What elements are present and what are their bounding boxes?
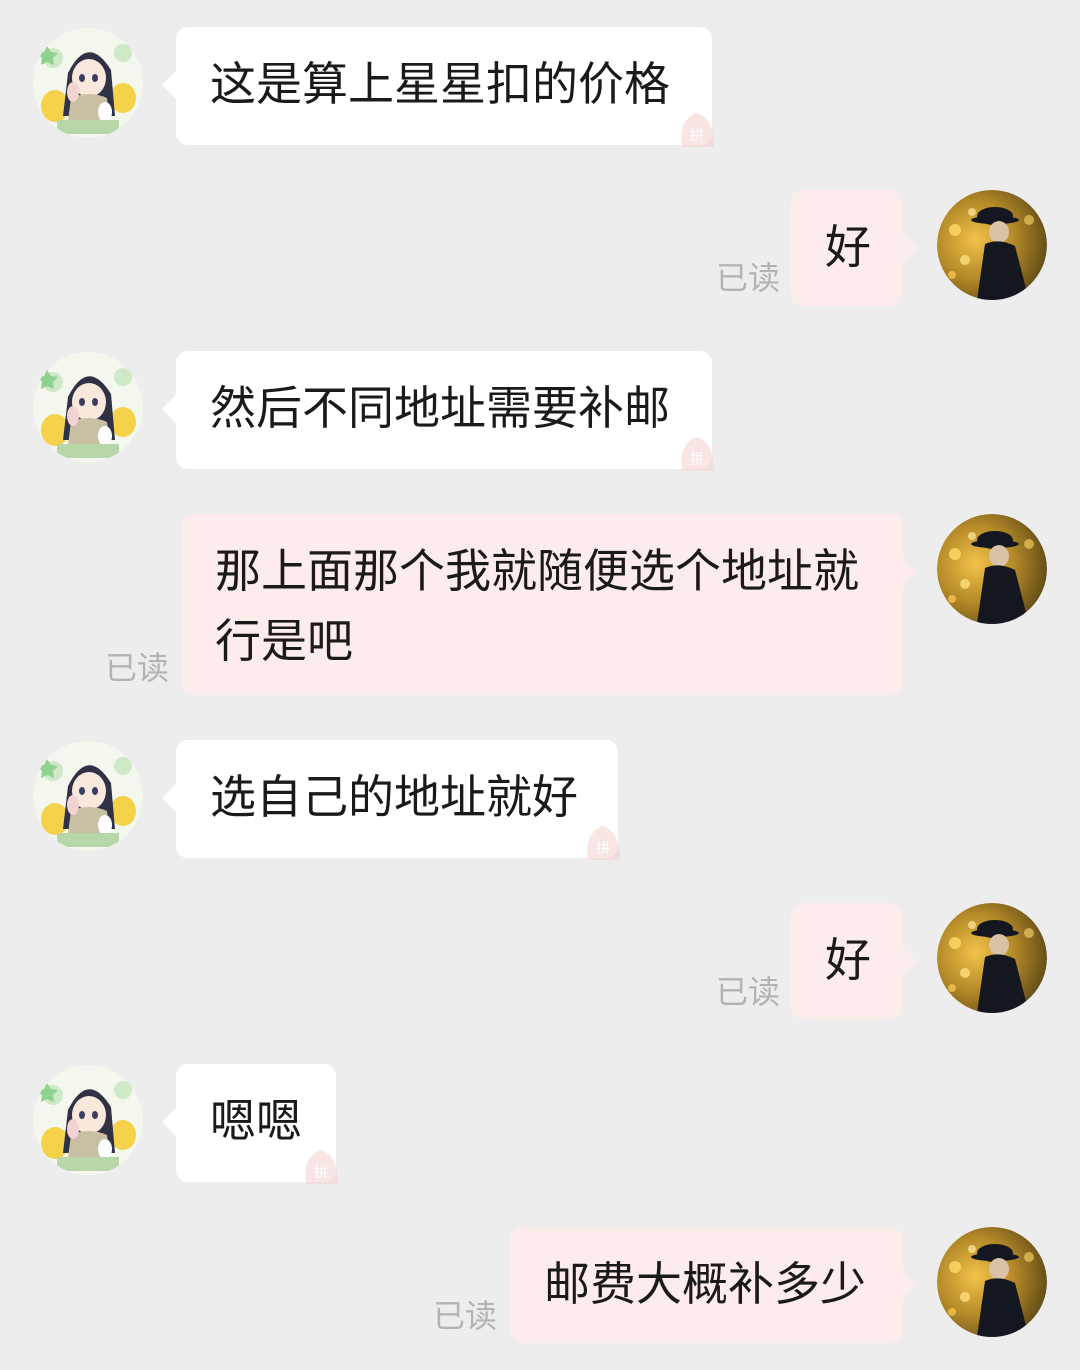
contact-avatar[interactable] <box>33 741 143 851</box>
message-bubble-outgoing[interactable]: 好 <box>791 903 917 1019</box>
person-in-hat-avatar-icon <box>937 903 1047 1013</box>
contact-avatar[interactable] <box>33 1065 143 1175</box>
message-bubble-incoming[interactable]: 嗯嗯 <box>162 1064 338 1184</box>
message-text: 好 <box>825 220 871 274</box>
pin-badge-icon <box>298 1144 338 1184</box>
read-status: 已读 <box>716 259 781 297</box>
message-bubble-outgoing[interactable]: 好 <box>791 190 917 306</box>
message-bubble-outgoing[interactable]: 那上面那个我就随便选个地址就行是吧 <box>181 514 917 695</box>
pin-badge-icon <box>674 107 714 147</box>
message-text: 邮费大概补多少 <box>544 1257 866 1311</box>
person-in-hat-avatar-icon <box>937 1227 1047 1337</box>
read-status: 已读 <box>716 973 781 1011</box>
message-bubble-incoming[interactable]: 选自己的地址就好 <box>162 740 620 860</box>
anime-girl-avatar-icon <box>33 741 143 851</box>
anime-girl-avatar-icon <box>33 352 143 462</box>
message-text: 那上面那个我就随便选个地址就行是吧 <box>215 544 859 668</box>
pin-badge-icon <box>580 820 620 860</box>
anime-girl-avatar-icon <box>33 28 143 138</box>
message-bubble-outgoing[interactable]: 邮费大概补多少 <box>510 1227 917 1343</box>
anime-girl-avatar-icon <box>33 1065 143 1175</box>
person-in-hat-avatar-icon <box>937 190 1047 300</box>
contact-avatar[interactable] <box>33 28 143 138</box>
self-avatar[interactable] <box>937 190 1047 300</box>
person-in-hat-avatar-icon <box>937 514 1047 624</box>
message-text: 嗯嗯 <box>210 1094 302 1148</box>
message-text: 好 <box>825 933 871 987</box>
message-text: 然后不同地址需要补邮 <box>210 381 670 435</box>
self-avatar[interactable] <box>937 903 1047 1013</box>
read-status: 已读 <box>433 1297 498 1335</box>
self-avatar[interactable] <box>937 514 1047 624</box>
pin-badge-icon <box>674 431 714 471</box>
contact-avatar[interactable] <box>33 352 143 462</box>
message-bubble-incoming[interactable]: 这是算上星星扣的价格 <box>162 27 714 147</box>
message-bubble-incoming[interactable]: 然后不同地址需要补邮 <box>162 351 714 471</box>
read-status: 已读 <box>105 649 170 687</box>
message-text: 选自己的地址就好 <box>210 770 578 824</box>
self-avatar[interactable] <box>937 1227 1047 1337</box>
message-text: 这是算上星星扣的价格 <box>210 57 670 111</box>
